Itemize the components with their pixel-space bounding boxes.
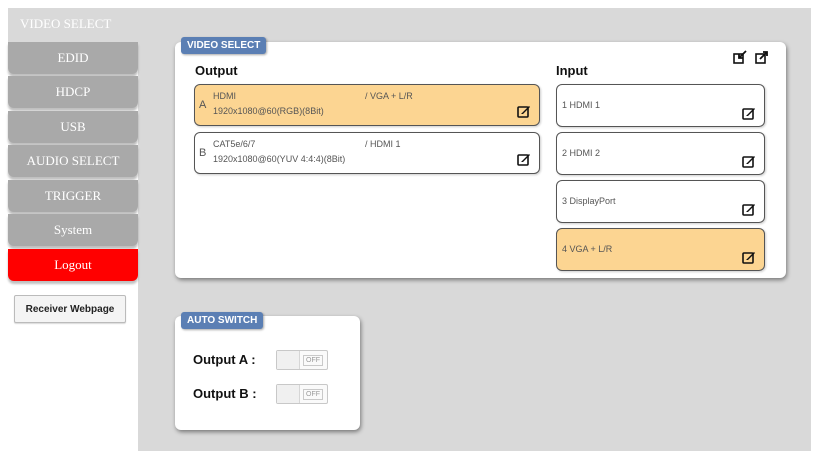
nav-item-trigger[interactable]: TRIGGER bbox=[8, 180, 138, 212]
video-select-tag: VIDEO SELECT bbox=[181, 37, 267, 54]
nav-item-video-select[interactable]: VIDEO SELECT bbox=[8, 8, 138, 40]
output-b-type: CAT5e/6/7 bbox=[213, 139, 256, 149]
import-icon[interactable] bbox=[733, 50, 747, 64]
input-1-box[interactable]: 1 HDMI 1 bbox=[556, 84, 765, 127]
toggle-knob bbox=[277, 351, 300, 369]
output-a-type: HDMI bbox=[213, 91, 236, 101]
input-2-label: 2 HDMI 2 bbox=[562, 148, 601, 158]
toggle-state: OFF bbox=[303, 355, 323, 366]
receiver-webpage-button[interactable]: Receiver Webpage bbox=[14, 295, 126, 323]
auto-switch-output-a-label: Output A : bbox=[193, 352, 256, 367]
auto-switch-panel: Output A : OFF Output B : OFF bbox=[175, 316, 360, 430]
output-a-route: / VGA + L/R bbox=[365, 91, 413, 101]
output-a-format: 1920x1080@60(RGB)(8Bit) bbox=[213, 106, 324, 116]
auto-switch-output-a-toggle[interactable]: OFF bbox=[276, 350, 328, 370]
edit-icon[interactable] bbox=[742, 202, 756, 216]
input-4-label: 4 VGA + L/R bbox=[562, 244, 613, 254]
edit-icon[interactable] bbox=[742, 250, 756, 264]
input-1-label: 1 HDMI 1 bbox=[562, 100, 601, 110]
video-select-panel: Output Input A HDMI / VGA + L/R 1920x108… bbox=[175, 42, 786, 278]
input-title: Input bbox=[556, 63, 588, 78]
nav-item-logout[interactable]: Logout bbox=[8, 249, 138, 281]
output-b-box[interactable]: B CAT5e/6/7 / HDMI 1 1920x1080@60(YUV 4:… bbox=[194, 132, 540, 174]
output-b-route: / HDMI 1 bbox=[365, 139, 401, 149]
output-title: Output bbox=[195, 63, 238, 78]
input-3-label: 3 DisplayPort bbox=[562, 196, 616, 206]
export-icon[interactable] bbox=[755, 50, 769, 64]
nav-item-usb[interactable]: USB bbox=[8, 111, 138, 143]
output-a-box[interactable]: A HDMI / VGA + L/R 1920x1080@60(RGB)(8Bi… bbox=[194, 84, 540, 126]
auto-switch-output-b-toggle[interactable]: OFF bbox=[276, 384, 328, 404]
output-b-letter: B bbox=[199, 147, 207, 159]
edit-icon[interactable] bbox=[517, 152, 531, 166]
auto-switch-tag: AUTO SWITCH bbox=[181, 312, 264, 329]
input-3-box[interactable]: 3 DisplayPort bbox=[556, 180, 765, 223]
output-a-letter: A bbox=[199, 99, 207, 111]
input-4-box[interactable]: 4 VGA + L/R bbox=[556, 228, 765, 271]
nav-item-audio-select[interactable]: AUDIO SELECT bbox=[8, 145, 138, 177]
auto-switch-output-b-label: Output B : bbox=[193, 386, 257, 401]
output-b-format: 1920x1080@60(YUV 4:4:4)(8Bit) bbox=[213, 154, 346, 164]
edit-icon[interactable] bbox=[517, 104, 531, 118]
input-2-box[interactable]: 2 HDMI 2 bbox=[556, 132, 765, 175]
nav-item-edid[interactable]: EDID bbox=[8, 42, 138, 74]
nav-item-system[interactable]: System bbox=[8, 214, 138, 246]
edit-icon[interactable] bbox=[742, 154, 756, 168]
edit-icon[interactable] bbox=[742, 106, 756, 120]
toggle-state: OFF bbox=[303, 389, 323, 400]
toggle-knob bbox=[277, 385, 300, 403]
nav-item-hdcp[interactable]: HDCP bbox=[8, 76, 138, 108]
